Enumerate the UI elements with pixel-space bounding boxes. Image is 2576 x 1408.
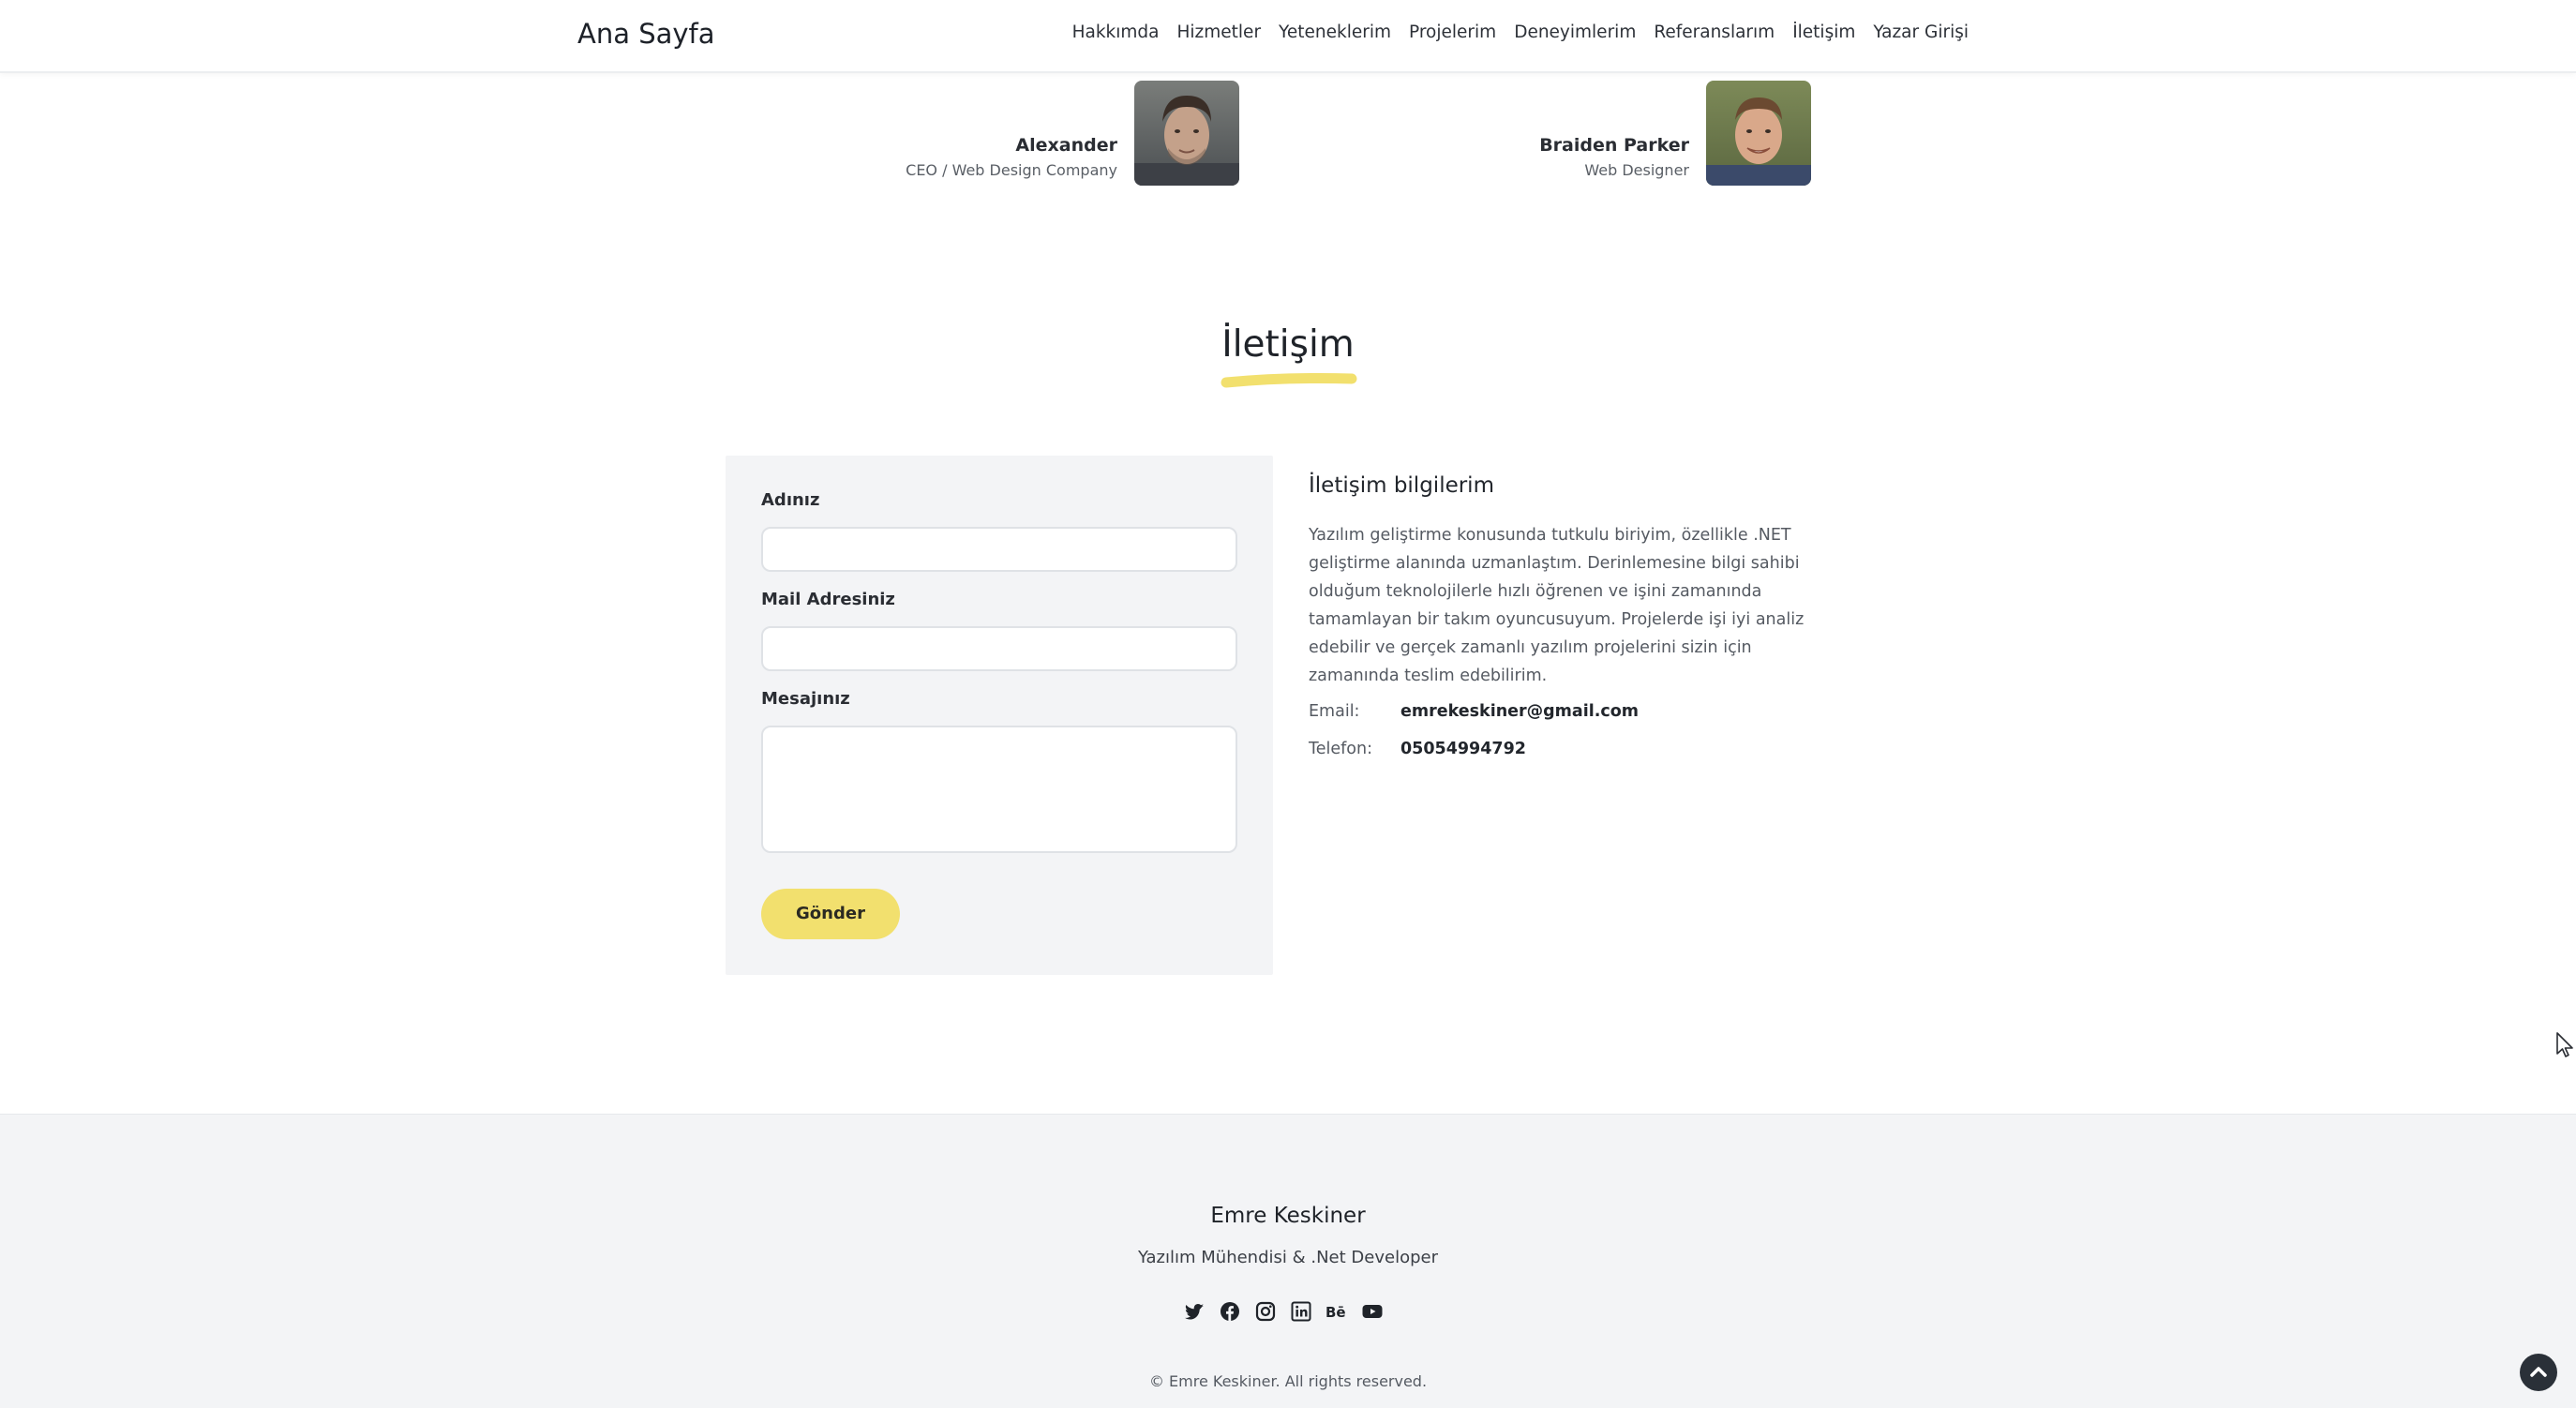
phone-value: 05054994792: [1400, 740, 1526, 758]
nav-item-referanslarim[interactable]: Referanslarım: [1654, 21, 1775, 45]
testimonial-card: Braiden Parker Web Designer: [1474, 81, 1811, 186]
nav-item-hakkimda[interactable]: Hakkımda: [1072, 21, 1160, 45]
cursor-icon: [2556, 1032, 2573, 1057]
footer-name: Emre Keskiner: [1210, 1204, 1366, 1228]
linkedin-icon[interactable]: [1290, 1300, 1312, 1323]
instagram-icon[interactable]: [1254, 1300, 1277, 1323]
title-underline: [1221, 373, 1357, 388]
facebook-icon[interactable]: [1219, 1300, 1241, 1323]
email-label: Mail Adresiniz: [761, 590, 895, 609]
copyright-text: © Emre Keskiner. All rights reserved.: [1148, 1372, 1428, 1390]
footer: Emre Keskiner Yazılım Mühendisi & .Net D…: [0, 1114, 2576, 1408]
social-links: Bē: [1183, 1300, 1384, 1323]
nav-menu: Hakkımda Hizmetler Yeteneklerim Projeler…: [1072, 21, 1969, 45]
message-label: Mesajınız: [761, 689, 850, 709]
contact-info: İletişim bilgilerim Yazılım geliştirme k…: [1309, 469, 1843, 758]
name-input[interactable]: [761, 527, 1237, 572]
twitter-icon[interactable]: [1183, 1300, 1206, 1323]
nav-item-iletisim[interactable]: İletişim: [1792, 21, 1855, 45]
footer-subtitle: Yazılım Mühendisi & .Net Developer: [1138, 1248, 1438, 1267]
navbar: Ana Sayfa Hakkımda Hizmetler Yetenekleri…: [0, 0, 2576, 73]
message-textarea[interactable]: [761, 726, 1237, 853]
svg-text:Bē: Bē: [1325, 1304, 1346, 1321]
phone-key: Telefon:: [1309, 740, 1372, 758]
contact-info-text: Yazılım geliştirme konusunda tutkulu bir…: [1309, 526, 1805, 685]
nav-item-hizmetler[interactable]: Hizmetler: [1177, 21, 1262, 45]
back-to-top-button[interactable]: [2520, 1354, 2557, 1391]
behance-icon[interactable]: Bē: [1325, 1300, 1348, 1323]
testimonial-role: Web Designer: [1584, 161, 1689, 179]
email-value: emrekeskiner@gmail.com: [1400, 702, 1639, 721]
testimonial-text: Alexander CEO / Web Design Company: [906, 133, 1117, 184]
nav-item-yazar-girisi[interactable]: Yazar Girişi: [1873, 21, 1969, 45]
testimonial-avatar: [1706, 81, 1811, 186]
youtube-icon[interactable]: [1361, 1300, 1384, 1323]
testimonial-text: Braiden Parker Web Designer: [1539, 133, 1689, 184]
contact-form: Adınız Mail Adresiniz Mesajınız Gönder: [726, 456, 1273, 975]
testimonial-role: CEO / Web Design Company: [906, 161, 1117, 179]
testimonial-name: Alexander: [1015, 135, 1117, 156]
brand-link[interactable]: Ana Sayfa: [577, 15, 715, 52]
email-key: Email:: [1309, 702, 1360, 721]
name-label: Adınız: [761, 490, 820, 510]
nav-item-projelerim[interactable]: Projelerim: [1409, 21, 1496, 45]
testimonial-name: Braiden Parker: [1539, 135, 1689, 156]
section-title: İletişim: [1221, 323, 1355, 366]
chevron-up-icon: [2530, 1367, 2547, 1377]
testimonial-card: Alexander CEO / Web Design Company: [900, 81, 1239, 186]
email-input[interactable]: [761, 626, 1237, 671]
testimonial-avatar: [1134, 81, 1239, 186]
contact-info-heading: İletişim bilgilerim: [1309, 473, 1494, 498]
nav-item-yeteneklerim[interactable]: Yeteneklerim: [1279, 21, 1391, 45]
submit-button[interactable]: Gönder: [761, 889, 900, 939]
nav-item-deneyimlerim[interactable]: Deneyimlerim: [1514, 21, 1636, 45]
